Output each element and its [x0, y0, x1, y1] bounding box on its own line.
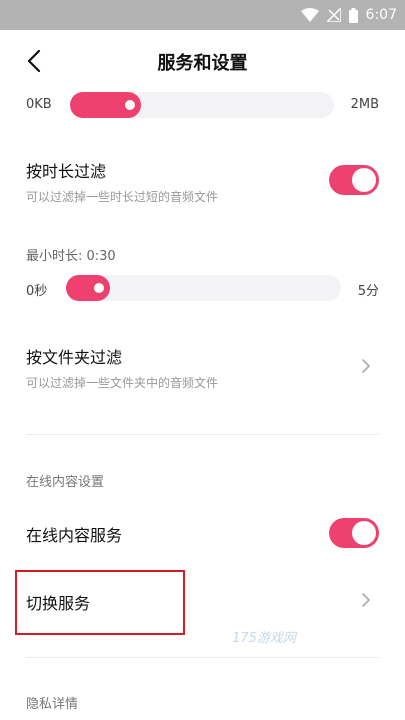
- online-section-label: 在线内容设置: [26, 475, 105, 490]
- size-slider[interactable]: [70, 92, 334, 118]
- battery-icon: [348, 7, 358, 23]
- duration-slider-fill: [66, 275, 110, 301]
- folder-filter-subtitle: 可以过滤掉一些文件夹中的音频文件: [26, 376, 219, 390]
- online-service-title: 在线内容服务: [26, 526, 123, 545]
- highlight-box: [15, 570, 185, 635]
- size-slider-fill: [70, 92, 142, 118]
- wifi-icon: [300, 8, 319, 22]
- size-min-label: 0KB: [26, 97, 52, 112]
- duration-filter-subtitle: 可以过滤掉一些时长过短的音频文件: [26, 190, 219, 204]
- folder-filter-title: 按文件夹过滤: [26, 348, 123, 367]
- status-icons: 6:07: [300, 5, 397, 25]
- duration-slider[interactable]: [66, 275, 341, 301]
- duration-filter-title: 按时长过滤: [26, 162, 107, 181]
- status-bar: 6:07: [0, 0, 405, 30]
- duration-slider-knob[interactable]: [94, 283, 104, 293]
- toggle-knob: [352, 168, 376, 192]
- divider: [26, 434, 379, 435]
- signal-icon: [326, 8, 341, 22]
- duration-slider-row: 0秒 5分: [0, 275, 405, 305]
- duration-min-label: 0秒: [26, 284, 48, 299]
- chevron-right-icon: [362, 593, 370, 607]
- chevron-right-icon: [362, 359, 370, 373]
- status-time: 6:07: [365, 7, 397, 23]
- divider: [26, 657, 379, 658]
- size-slider-row: 0KB 2MB: [0, 92, 405, 122]
- page-title: 服务和设置: [157, 53, 248, 74]
- privacy-section-label: 隐私详情: [26, 697, 79, 712]
- watermark: 175游戏网: [232, 631, 296, 646]
- toggle-knob: [352, 521, 376, 545]
- min-duration-label: 最小时长: 0:30: [26, 249, 116, 264]
- size-max-label: 2MB: [350, 97, 379, 112]
- duration-max-label: 5分: [357, 284, 379, 299]
- duration-filter-toggle[interactable]: [329, 165, 379, 195]
- top-bar: 服务和设置: [0, 30, 405, 92]
- online-service-toggle[interactable]: [329, 518, 379, 548]
- size-slider-knob[interactable]: [125, 100, 136, 110]
- settings-content[interactable]: 0KB 2MB 按时长过滤 可以过滤掉一些时长过短的音频文件 最小时长: 0:3…: [0, 92, 405, 720]
